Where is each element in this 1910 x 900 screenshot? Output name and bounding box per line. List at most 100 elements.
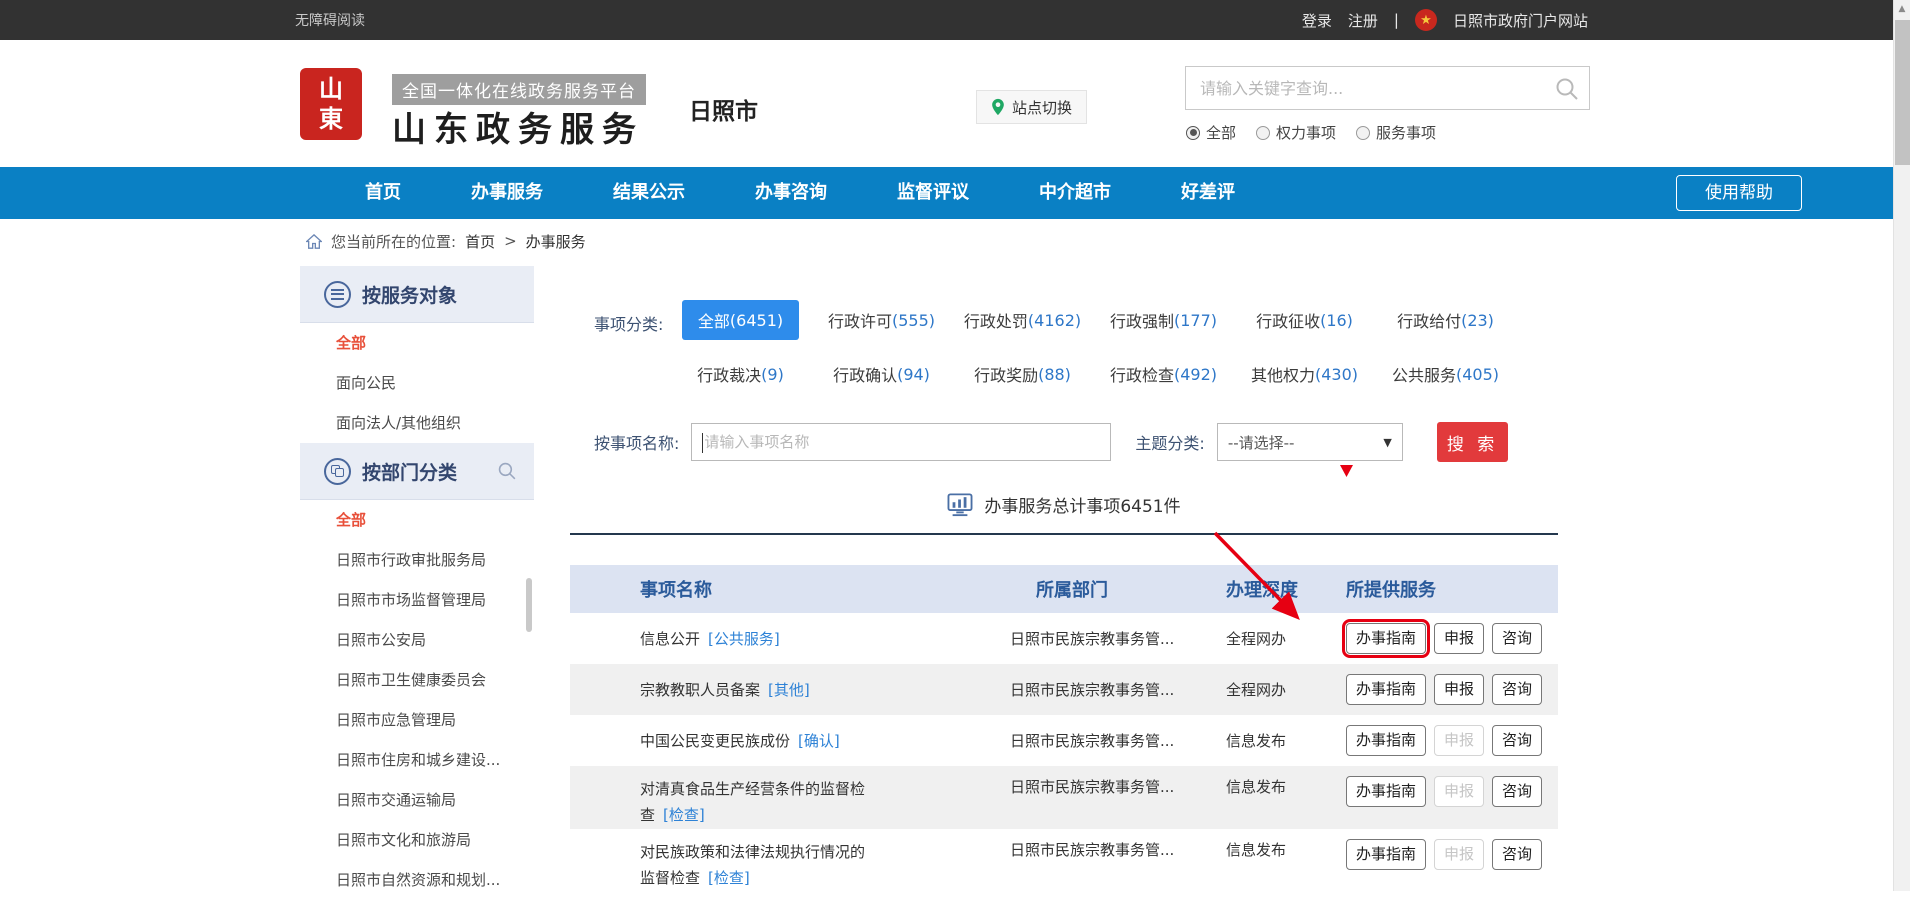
list-circle-icon	[324, 281, 351, 308]
consult-button[interactable]: 咨询	[1492, 776, 1542, 807]
item-name-link[interactable]: 信息公开	[640, 630, 700, 648]
scope-power-items[interactable]: 权力事项	[1256, 122, 1336, 143]
category-tab[interactable]: 行政裁决(9)	[691, 354, 790, 394]
scope-all[interactable]: 全部	[1186, 122, 1236, 143]
city-name: 日照市	[689, 92, 758, 126]
item-depth: 信息发布	[1226, 730, 1346, 751]
sidebar-item-dept[interactable]: 日照市公安局	[300, 620, 534, 660]
category-tab[interactable]: 行政强制(177)	[1104, 300, 1223, 340]
nav-item-consult[interactable]: 办事咨询	[720, 167, 862, 219]
radio-selected-icon	[1186, 126, 1200, 140]
apply-button-disabled: 申报	[1434, 776, 1484, 807]
guide-button[interactable]: 办事指南	[1346, 839, 1426, 870]
sidebar-item-dept[interactable]: 日照市交通运输局	[300, 780, 534, 820]
consult-button[interactable]: 咨询	[1492, 725, 1542, 756]
column-item-name: 事项名称	[570, 576, 1010, 602]
top-utility-bar: 无障碍阅读 登录 注册 | ★ 日照市政府门户网站	[0, 0, 1910, 40]
scroll-up-icon[interactable]: ▲	[1894, 4, 1910, 14]
apply-button[interactable]: 申报	[1434, 674, 1484, 705]
sidebar-item-dept[interactable]: 日照市市场监督管理局	[300, 580, 534, 620]
sidebar-item-dept[interactable]: 日照市行政审批服务局	[300, 540, 534, 580]
site-switch-button[interactable]: 站点切换	[976, 90, 1087, 124]
item-tag-link[interactable]: [确认]	[798, 732, 840, 750]
item-tag-link[interactable]: [检查]	[708, 869, 750, 887]
shandong-seal-logo: 山 東	[300, 68, 362, 140]
item-name-link[interactable]: 宗教教职人员备案	[640, 681, 760, 699]
item-name-link[interactable]: 中国公民变更民族成份	[640, 732, 790, 750]
sidebar-item-dept-all[interactable]: 全部	[300, 500, 534, 540]
category-tab[interactable]: 行政处罚(4162)	[958, 300, 1087, 340]
breadcrumb-separator: >	[504, 232, 517, 250]
category-tab-all[interactable]: 全部(6451)	[682, 300, 799, 340]
left-sidebar: 按服务对象 全部 面向公民 面向法人/其他组织 按部门分类 全部 日照市行政审批…	[300, 266, 534, 900]
sidebar-item-dept[interactable]: 日照市住房和城乡建设...	[300, 740, 534, 780]
nav-item-results[interactable]: 结果公示	[578, 167, 720, 219]
platform-badge: 全国一体化在线政务服务平台	[392, 74, 646, 105]
nav-item-supervision[interactable]: 监督评议	[862, 167, 1004, 219]
page-scrollbar[interactable]: ▲	[1893, 0, 1910, 891]
sidebar-scrollbar-thumb[interactable]	[526, 578, 532, 632]
breadcrumb-home[interactable]: 首页	[465, 231, 495, 252]
keyword-search-input[interactable]	[1186, 67, 1589, 109]
page-scrollbar-thumb[interactable]	[1895, 20, 1910, 165]
sidebar-item-citizens[interactable]: 面向公民	[300, 363, 534, 403]
category-tab[interactable]: 其他权力(430)	[1245, 354, 1364, 394]
category-tab[interactable]: 行政检查(492)	[1104, 354, 1223, 394]
section-divider	[570, 533, 1558, 535]
help-button[interactable]: 使用帮助	[1676, 175, 1802, 211]
guide-button[interactable]: 办事指南	[1346, 623, 1426, 654]
item-tag-link[interactable]: [公共服务]	[708, 630, 780, 648]
category-tab[interactable]: 行政许可(555)	[822, 300, 941, 340]
consult-button[interactable]: 咨询	[1492, 623, 1542, 654]
sidebar-item-dept[interactable]: 日照市文化和旅游局	[300, 820, 534, 860]
nav-item-intermediary[interactable]: 中介超市	[1004, 167, 1146, 219]
login-link[interactable]: 登录	[1302, 10, 1332, 31]
nav-item-services[interactable]: 办事服务	[436, 167, 578, 219]
keyword-search-box	[1185, 66, 1590, 110]
guide-button[interactable]: 办事指南	[1346, 776, 1426, 807]
sidebar-item-target-all[interactable]: 全部	[300, 323, 534, 363]
topic-label: 主题分类:	[1135, 430, 1204, 454]
search-icon[interactable]	[1553, 75, 1581, 103]
item-tag-link[interactable]: [检查]	[663, 806, 705, 824]
category-tab[interactable]: 公共服务(405)	[1386, 354, 1505, 394]
primary-nav: 首页 办事服务 结果公示 办事咨询 监督评议 中介超市 好差评 使用帮助	[0, 167, 1910, 219]
accessibility-link[interactable]: 无障碍阅读	[295, 10, 365, 30]
item-name-field	[691, 423, 1111, 461]
item-department: 日照市民族宗教事务管...	[1010, 628, 1226, 649]
item-department: 日照市民族宗教事务管...	[1010, 730, 1226, 751]
consult-button[interactable]: 咨询	[1492, 674, 1542, 705]
guide-button[interactable]: 办事指南	[1346, 674, 1426, 705]
sidebar-item-dept[interactable]: 日照市应急管理局	[300, 700, 534, 740]
item-name-link[interactable]: 对民族政策和法律法规执行情况的监督检查	[640, 843, 865, 887]
item-tag-link[interactable]: [其他]	[768, 681, 810, 699]
home-icon	[306, 234, 322, 249]
item-name-input[interactable]	[692, 424, 1110, 460]
scope-service-items[interactable]: 服务事项	[1356, 122, 1436, 143]
category-tab[interactable]: 行政奖励(88)	[968, 354, 1077, 394]
table-row: 对民族政策和法律法规执行情况的监督检查[检查] 日照市民族宗教事务管... 信息…	[570, 829, 1558, 892]
sidebar-item-dept[interactable]: 日照市卫生健康委员会	[300, 660, 534, 700]
city-portal-link[interactable]: 日照市政府门户网站	[1453, 10, 1588, 31]
department-search-icon[interactable]	[496, 460, 518, 482]
guide-button[interactable]: 办事指南	[1346, 725, 1426, 756]
category-tab[interactable]: 行政给付(23)	[1391, 300, 1500, 340]
search-button[interactable]: 搜 索	[1437, 422, 1508, 462]
national-emblem-icon: ★	[1415, 9, 1437, 31]
main-content: 事项分类: 全部(6451) 行政许可(555) 行政处罚(4162) 行政强制…	[570, 300, 1558, 892]
total-items-summary: 办事服务总计事项6451件	[570, 492, 1558, 517]
apply-button[interactable]: 申报	[1434, 623, 1484, 654]
sidebar-item-dept[interactable]: 日照市自然资源和规划...	[300, 860, 534, 900]
sidebar-item-legal-persons[interactable]: 面向法人/其他组织	[300, 403, 534, 443]
item-department: 日照市民族宗教事务管...	[1010, 839, 1226, 860]
item-department: 日照市民族宗教事务管...	[1010, 679, 1226, 700]
category-tab[interactable]: 行政确认(94)	[827, 354, 936, 394]
consult-button[interactable]: 咨询	[1492, 839, 1542, 870]
nav-item-rating[interactable]: 好差评	[1146, 167, 1270, 219]
register-link[interactable]: 注册	[1348, 10, 1378, 31]
category-tab[interactable]: 行政征收(16)	[1250, 300, 1359, 340]
table-row: 中国公民变更民族成份[确认] 日照市民族宗教事务管... 信息发布 办事指南 申…	[570, 715, 1558, 766]
topic-select[interactable]: --请选择-- ▼	[1217, 423, 1403, 461]
apply-button-disabled: 申报	[1434, 839, 1484, 870]
nav-item-home[interactable]: 首页	[330, 167, 436, 219]
